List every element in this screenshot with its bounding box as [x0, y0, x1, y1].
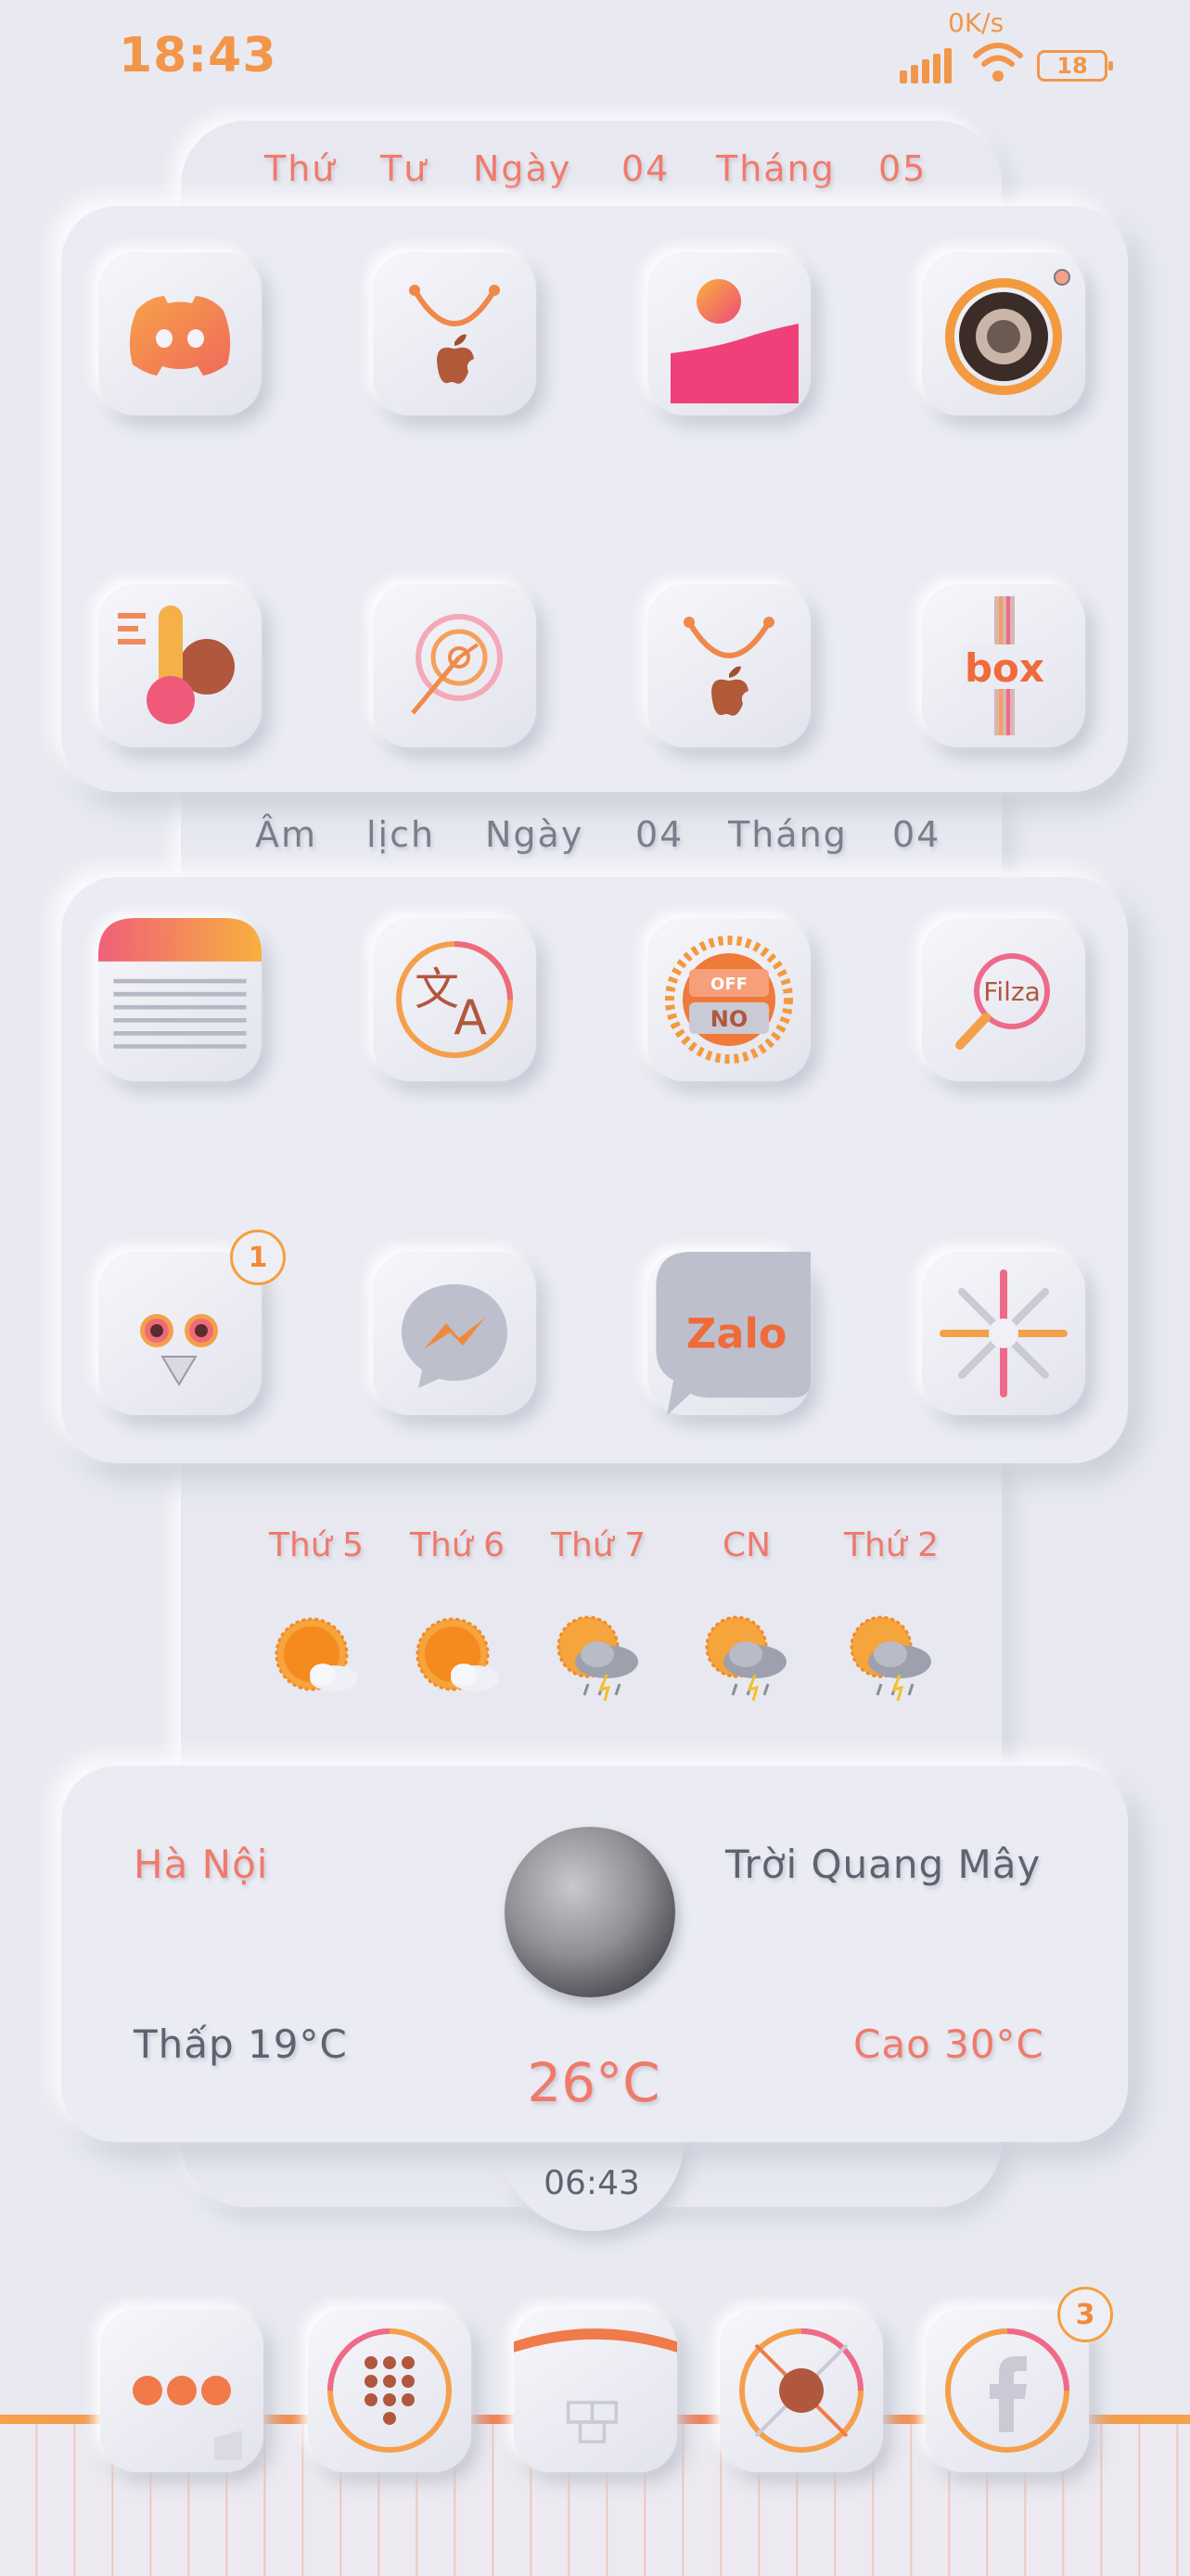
date-part: Tư [380, 148, 429, 189]
dock-cydia[interactable] [514, 2309, 677, 2472]
forecast-day: Thứ 2 [844, 1526, 939, 1564]
storm-icon [705, 1615, 787, 1702]
messenger-icon [402, 1284, 507, 1388]
cellular-signal-icon [900, 48, 955, 85]
lunar-date: Âm lịch Ngày 04 Tháng 04 [255, 814, 941, 861]
weather-low: Thấp 19°C [134, 2021, 348, 2067]
svg-text:A: A [454, 990, 487, 1046]
thermometer-icon [118, 606, 235, 724]
discord-app[interactable] [98, 252, 262, 415]
snowflake-app[interactable] [922, 1252, 1085, 1415]
filza-app[interactable]: Filza [922, 918, 1085, 1081]
storm-icon [850, 1615, 931, 1702]
box-app[interactable]: box [922, 584, 1085, 747]
cydia-icon [514, 2328, 677, 2443]
zalo-app[interactable]: Zalo [647, 1252, 811, 1415]
date-part: Ngày [485, 814, 584, 855]
thermometer-app[interactable] [98, 584, 262, 747]
forecast-day: CN [722, 1526, 772, 1564]
owl-notification-badge: 1 [230, 1230, 286, 1285]
camera-icon [945, 269, 1070, 395]
discord-icon [129, 296, 231, 376]
moon-icon [505, 1827, 675, 1997]
svg-text:文: 文 [415, 963, 459, 1015]
toggle-off-label: OFF [710, 975, 748, 994]
date-part: lịch [366, 814, 436, 855]
messenger-app[interactable] [373, 1252, 536, 1415]
snowflake-icon [940, 1269, 1068, 1397]
filza-search-icon: Filza [955, 953, 1050, 1050]
zalo-label: Zalo [686, 1309, 787, 1358]
dock-safari[interactable] [720, 2309, 883, 2472]
owl-icon [140, 1314, 218, 1386]
photos-icon [671, 279, 799, 403]
box-label: box [965, 645, 1044, 691]
app-store-app[interactable] [373, 252, 536, 415]
notes-app[interactable] [98, 918, 262, 1081]
date-part: Ngày [473, 148, 572, 189]
sun-cloud-icon [416, 1617, 499, 1691]
camera-app[interactable] [922, 252, 1085, 415]
wifi-icon [972, 41, 1024, 83]
clock-target-icon [411, 614, 503, 715]
sun-cloud-icon [275, 1617, 358, 1691]
box-icon: box [962, 596, 1047, 735]
clock-time: 06:43 [544, 2164, 640, 2202]
app-store-icon [684, 617, 774, 716]
date-part: 04 [621, 148, 671, 189]
weather-city: Hà Nội [134, 1842, 269, 1887]
date-part: 04 [635, 814, 685, 855]
app-store-app-2[interactable] [647, 584, 811, 747]
app-store-icon [409, 285, 500, 384]
weather-high: Cao 30°C [853, 2021, 1044, 2067]
toggle-app[interactable]: OFF NO [647, 918, 811, 1081]
weather-current-temp: 26°C [527, 2051, 660, 2114]
toggle-sun-icon: OFF NO [665, 936, 793, 1064]
date-part: Tháng [728, 814, 848, 855]
forecast-day: Thứ 5 [269, 1526, 364, 1564]
forecast-day: Thứ 6 [410, 1526, 505, 1564]
weather-condition: Trời Quang Mây [725, 1842, 1042, 1887]
date-part: Âm [255, 814, 318, 855]
status-time: 18:43 [119, 28, 277, 83]
photos-app[interactable] [647, 252, 811, 415]
notes-icon [98, 918, 262, 1049]
battery-indicator: 18 [1037, 50, 1113, 82]
solar-date: Thứ Tư Ngày 04 Tháng 05 [264, 148, 932, 195]
translate-app[interactable]: 文 A [373, 918, 536, 1081]
weather-forecast: Thứ 5 Thứ 6 Thứ 7 CN Thứ 2 [213, 1526, 974, 1712]
network-speed: 0K/s [948, 7, 1004, 38]
forecast-day: Thứ 7 [551, 1526, 646, 1564]
date-part: Thứ [264, 148, 337, 189]
facebook-notification-badge: 3 [1057, 2287, 1113, 2342]
storm-icon [557, 1615, 638, 1702]
zalo-icon: Zalo [656, 1252, 811, 1415]
date-part: 05 [878, 148, 928, 189]
dock-messages[interactable] [100, 2309, 263, 2472]
date-part: 04 [892, 814, 941, 855]
toggle-no-label: NO [710, 1006, 749, 1032]
date-part: Tháng [716, 148, 836, 189]
translate-icon: 文 A [396, 941, 513, 1058]
phone-keypad-icon [327, 2328, 452, 2453]
messages-icon [133, 2376, 242, 2460]
safari-compass-icon [739, 2328, 864, 2453]
filza-label: Filza [983, 976, 1040, 1007]
clock-app[interactable] [373, 584, 536, 747]
facebook-icon [945, 2328, 1069, 2453]
dock-phone[interactable] [308, 2309, 471, 2472]
